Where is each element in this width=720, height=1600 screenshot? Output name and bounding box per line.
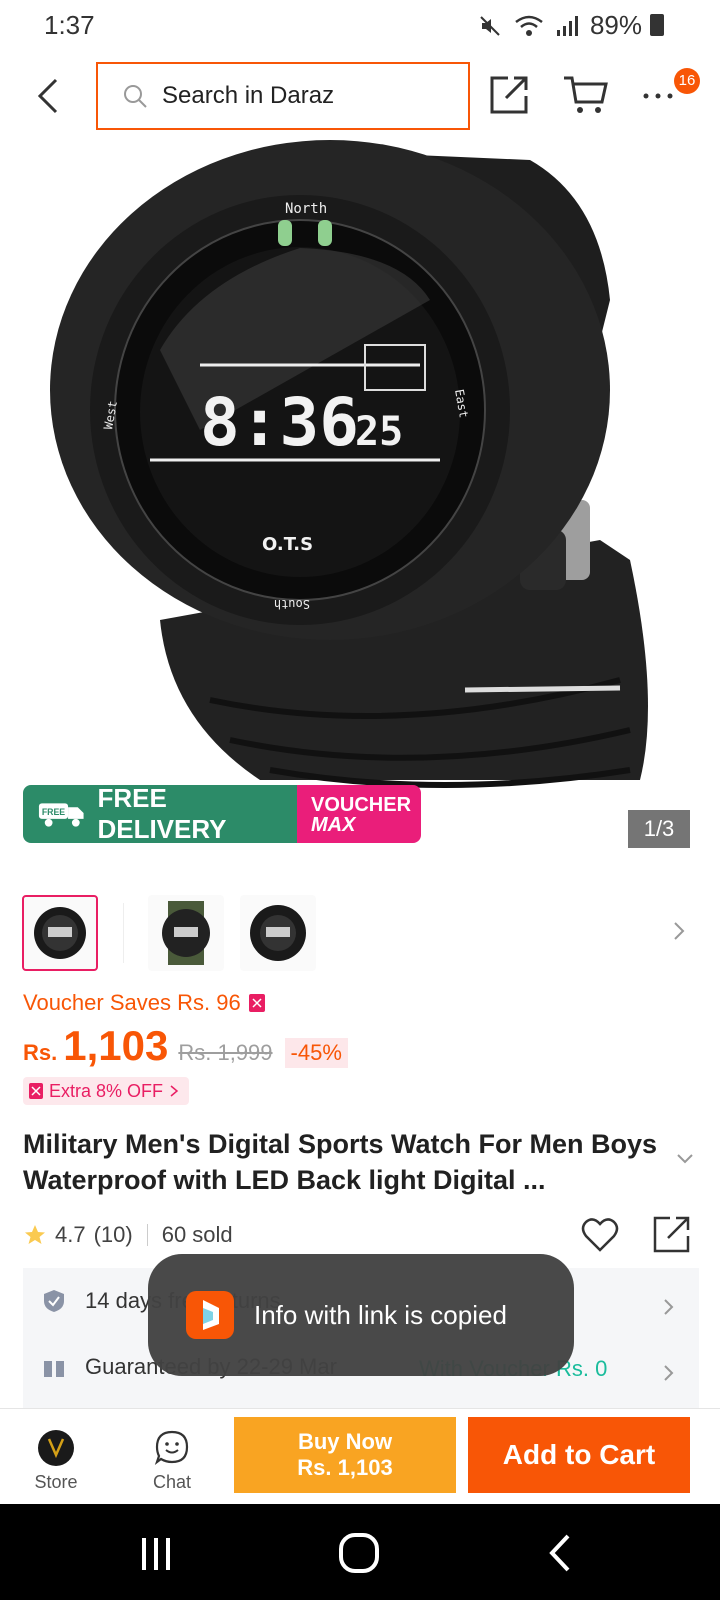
home-button[interactable] [338,1532,380,1579]
search-icon [124,85,147,108]
signal-icon [556,15,578,36]
chevron-down-icon [677,1154,693,1164]
extra-off-badge[interactable]: Extra 8% OFF [23,1077,190,1105]
current-price: 1,103 [63,1022,169,1069]
voucher-line: VOUCHER [311,794,412,816]
bezel-south: South [274,597,310,611]
buy-now-price: Rs. 1,103 [297,1455,393,1480]
max-line: MAX [311,814,356,836]
original-price: Rs. 1,999 [178,1040,273,1065]
cart-icon [564,76,608,113]
back-nav-button[interactable] [546,1532,576,1579]
thumbnails-next-button[interactable] [672,920,686,947]
back-button[interactable] [30,74,70,118]
mute-icon [480,15,500,36]
share-product-button[interactable] [652,1214,692,1259]
returns-chevron [663,1298,675,1321]
daraz-logo-icon [203,1300,219,1330]
heart-icon [581,1218,619,1252]
buy-now-label: Buy Now [297,1429,393,1454]
bezel-north: North [285,201,327,217]
box-icon [44,1357,64,1377]
shield-check-icon [44,1290,64,1312]
chat-label: Chat [152,1472,192,1492]
thumbnail-2[interactable] [148,895,224,971]
delivery-chevron [663,1364,675,1387]
store-logo-icon [38,1430,74,1466]
notification-badge: 16 [674,68,700,94]
share-icon [653,1216,690,1253]
chat-button[interactable]: Chat [122,1429,222,1493]
chevron-right-icon [674,922,685,940]
toast-notification: Info with link is copied [148,1254,574,1376]
thumbnail-3[interactable] [240,895,316,971]
cart-button[interactable] [562,72,610,116]
android-nav-bar [0,1504,720,1600]
search-box[interactable]: Search in Daraz [96,62,470,130]
top-header: Search in Daraz 16 [0,58,720,134]
share-icon [490,76,528,114]
wishlist-button[interactable] [580,1216,620,1259]
product-title: Military Men's Digital Sports Watch For … [23,1129,657,1195]
recent-apps-button[interactable] [136,1536,176,1577]
watch-image: North East West South 8:36 25 O.T.S [50,140,648,788]
watch-time: 8:36 [200,384,359,461]
store-label: Store [34,1472,78,1492]
recent-apps-icon [142,1538,170,1570]
price-row: Rs. 1,103 Rs. 1,999 -45% [23,1022,348,1070]
expand-title-button[interactable] [676,1152,694,1170]
home-icon [339,1533,379,1573]
chevron-right-icon [664,1365,674,1381]
voucher-max-badge: VOUCHER MAX [297,785,421,843]
thumbnail-1[interactable] [22,895,98,971]
more-menu-button[interactable]: 16 [640,68,710,118]
rating-value: 4.7 [55,1222,86,1247]
daraz-app-icon [186,1291,234,1339]
star-icon [25,1225,45,1244]
sold-count: 60 sold [161,1222,233,1247]
image-counter: 1/3 [628,810,690,848]
chevron-right-icon [664,1299,674,1315]
thumbnail-watch-icon [34,907,86,959]
free-tag: FREE [42,807,65,817]
voucher-ticket-icon [29,1083,43,1099]
price-currency: Rs. [23,1040,58,1065]
wifi-icon [515,15,543,36]
rating-count: (10) [93,1222,133,1247]
thumbnail-watch-icon [162,901,210,965]
back-arrow-icon [37,78,58,114]
share-button[interactable] [488,72,532,116]
battery-percent: 89% [589,10,642,40]
buy-now-button[interactable]: Buy Now Rs. 1,103 [234,1417,456,1493]
back-icon [549,1534,570,1572]
product-image[interactable]: North East West South 8:36 25 O.T.S [0,140,720,860]
bottom-action-bar: Store Chat Buy Now Rs. 1,103 Add to Cart [0,1408,720,1504]
rating-row[interactable]: 4.7 (10) 60 sold [23,1222,233,1248]
store-button[interactable]: Store [6,1429,106,1493]
voucher-saves[interactable]: Voucher Saves Rs. 96 [23,990,265,1016]
status-icons: 89% [478,10,642,41]
chevron-right-icon [170,1085,179,1097]
thumbnail-watch-icon [250,905,306,961]
chat-icon [154,1430,189,1465]
toast-message: Info with link is copied [254,1299,507,1330]
delivery-truck-icon: FREE [38,803,84,827]
battery-icon [650,14,664,36]
free-delivery-text: FREE DELIVERY [97,785,227,843]
free-delivery-badge: FREE FREE DELIVERY [23,785,297,843]
watch-seconds: 25 [355,409,403,455]
status-bar: 1:37 89% [0,0,720,50]
voucher-saves-text: Voucher Saves Rs. 96 [23,990,241,1015]
search-placeholder: Search in Daraz [162,82,335,109]
status-time: 1:37 [44,10,95,40]
promo-banner: FREE FREE DELIVERY VOUCHER MAX [23,785,421,843]
extra-off-text: Extra 8% OFF [49,1080,164,1101]
add-to-cart-button[interactable]: Add to Cart [468,1417,690,1493]
watch-brand: O.T.S [262,534,313,555]
discount-badge: -45% [284,1038,348,1068]
voucher-ticket-icon [248,994,265,1012]
thumbnail-strip [22,895,316,971]
